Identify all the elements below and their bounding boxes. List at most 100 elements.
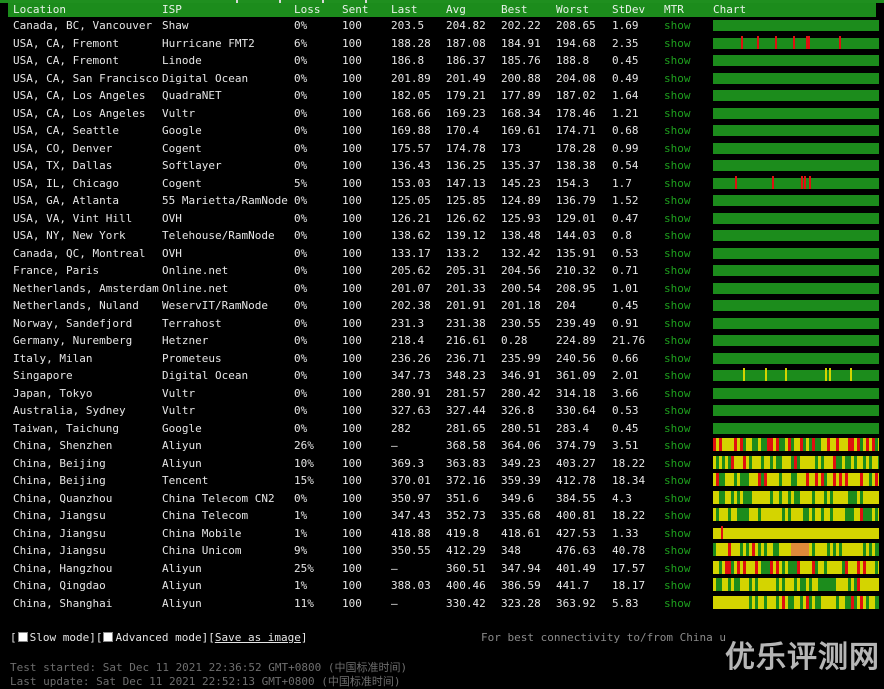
header-location[interactable]: Location [13,3,161,17]
mtr-show-link[interactable]: show [664,175,704,192]
slow-mode-label[interactable]: Slow mode [30,631,90,644]
mtr-show-link[interactable]: show [664,437,704,454]
mtr-show-link[interactable]: show [664,262,704,279]
mtr-show-link[interactable]: show [664,227,704,244]
header-sent[interactable]: Sent [342,3,386,17]
mtr-show-link[interactable]: show [664,157,704,174]
sent-cell: 100 [342,509,362,522]
header-mtr: MTR [664,3,684,16]
loss-cell: 9% [294,544,308,557]
chart-sample-high [830,473,833,486]
mtr-show-link[interactable]: show [664,595,704,612]
chart-sample-ok [788,508,791,521]
mtr-show-link[interactable]: show [664,577,704,594]
save-as-image-link[interactable]: Save as image [215,631,301,644]
chart-sample-high [749,560,752,574]
chart-sample-high [821,595,824,609]
options-bar: [Slow mode][Advanced mode][Save as image… [10,631,308,644]
mtr-show-link[interactable]: show [664,140,704,157]
chart-sample-high [800,455,803,469]
mtr-show-link[interactable]: show [664,297,704,314]
chart-sample-ok [713,543,716,556]
mtr-show-link[interactable]: show [664,17,704,34]
chart-sample-high [824,455,827,469]
mtr-show-link[interactable]: show [664,420,704,437]
avg-cell: 170.4 [446,124,480,137]
mtr-show-link[interactable]: show [664,350,704,367]
mtr-show-link[interactable]: show [664,315,704,332]
header-loss[interactable]: Loss [294,3,338,17]
chart-sample-high [713,578,716,591]
chart-sample-high [797,578,800,591]
chart-sample-high [836,508,839,521]
chart-sample-ok [788,490,791,504]
mtr-show-link[interactable]: show [664,122,704,139]
table-row: China, Beijing Aliyun 10% 100 369.3 363.83 349… [8,455,879,472]
header-best[interactable]: Best [501,3,551,17]
slow-mode-checkbox[interactable] [17,632,28,642]
mtr-show-link[interactable]: show [664,105,704,122]
chart-sample-high [752,578,755,591]
chart-sample-ok [815,595,818,609]
worst-cell: 210.32 [556,264,596,277]
chart-sample-ok [854,595,857,609]
stdev-cell: 18.22 [612,509,646,522]
chart-sample-high [782,473,785,486]
advanced-mode-label[interactable]: Advanced mode [115,631,201,644]
chart-sample-high [764,490,767,504]
mtr-show-link[interactable]: show [664,245,704,262]
chart-baseline [713,125,879,136]
avg-cell: 236.71 [446,351,486,365]
chart-sample-high [818,508,821,521]
worst-cell: 476.63 [556,544,596,557]
chart-loss-mark [866,438,869,451]
mtr-show-link[interactable]: show [664,367,704,384]
mtr-show-link[interactable]: show [664,385,704,402]
chart-baseline [713,37,879,49]
chart-loss-mark [740,438,743,451]
chart-sample-high [803,490,806,504]
chart-sample-high [830,455,833,469]
chart-sample-high [866,560,869,574]
loss-cell: 0% [294,19,308,32]
mtr-show-link[interactable]: show [664,52,704,69]
header-avg[interactable]: Avg [446,3,496,17]
chart-sample-high [713,508,716,521]
mtr-show-link[interactable]: show [664,507,704,524]
mtr-show-link[interactable]: show [664,70,704,87]
chart-sample-high [836,490,839,504]
mtr-show-link[interactable]: show [664,525,704,542]
advanced-mode-checkbox[interactable] [103,632,114,642]
header-isp[interactable]: ISP [162,3,288,17]
chart-sample-high [806,438,809,451]
chart-sample-high [719,455,722,469]
chart-sample-high [734,543,737,556]
worst-cell: 374.79 [556,439,596,452]
isp-cell: Online.net [162,281,229,295]
chart-sample-high [815,578,818,591]
mtr-show-link[interactable]: show [664,542,704,559]
mtr-show-link[interactable]: show [664,210,704,227]
chart-sample-high [761,543,764,556]
mtr-show-link[interactable]: show [664,472,704,489]
chart-sample-ok [740,543,743,556]
sent-cell: 100 [342,456,362,470]
chart-sample-ok [788,595,791,609]
header-last[interactable]: Last [391,3,441,17]
mtr-show-link[interactable]: show [664,560,704,577]
chart-sample-high [746,560,749,574]
mtr-show-link[interactable]: show [664,455,704,472]
chart-sample-ok [878,595,879,609]
mtr-show-link[interactable]: show [664,87,704,104]
latency-chart [713,160,879,171]
worst-cell: 204.08 [556,71,596,85]
mtr-show-link[interactable]: show [664,280,704,297]
mtr-show-link[interactable]: show [664,332,704,349]
header-stdev[interactable]: StDev [612,3,662,17]
mtr-show-link[interactable]: show [664,402,704,419]
header-worst[interactable]: Worst [556,3,611,17]
chart-sample-high [782,490,785,504]
mtr-show-link[interactable]: show [664,192,704,209]
mtr-show-link[interactable]: show [664,35,704,52]
mtr-show-link[interactable]: show [664,490,704,507]
